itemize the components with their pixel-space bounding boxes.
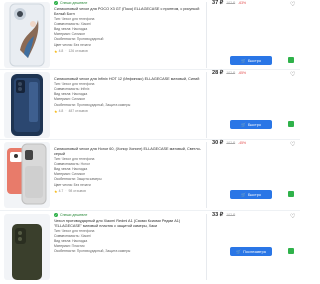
spec-row: Особенности: Противоударный, Защита каме… <box>54 249 131 254</box>
product-title[interactable]: Чехол противоударный для Xiaomi Redmi A1… <box>54 219 202 229</box>
rating-row[interactable]: ★ 4.7 · 98 отзывов <box>54 189 202 194</box>
quick-buy-icon[interactable] <box>288 121 294 127</box>
spec-row: Цвет чехла: Без печати <box>54 182 91 187</box>
discount-badge: ✓ Спеши дешевле <box>54 1 88 5</box>
check-icon: ✓ <box>54 213 58 217</box>
discount-percent: -65% <box>238 71 247 75</box>
quick-buy-icon[interactable] <box>288 191 294 197</box>
product-image[interactable] <box>4 72 50 138</box>
heart-icon[interactable]: ♡ <box>290 2 296 8</box>
product-list: ✓ Спеши дешевле Силиконовый чехол для PO… <box>0 0 300 284</box>
old-price: 102 ₽ <box>226 213 236 217</box>
rating-row[interactable]: ★ 4.8 · 126 отзывов <box>54 49 202 54</box>
star-icon: ★ <box>54 188 58 194</box>
price-row: 33 ₽ 102 ₽ <box>212 212 296 222</box>
heart-icon[interactable]: ♡ <box>290 142 296 148</box>
price-row: 28 ₽ 102 ₽ -65% <box>212 70 296 80</box>
old-price: 102 ₽ <box>226 141 236 145</box>
product-card[interactable]: ✓ Спеши дешевле Силиконовый чехол для PO… <box>0 0 300 70</box>
spec-row: Особенности: Противоударный, Защита каме… <box>54 102 131 107</box>
price: 30 ₽ <box>212 140 224 146</box>
price-row: 30 ₽ 102 ₽ -45% <box>212 140 296 150</box>
add-to-cart-button[interactable]: 🛒 Быстро <box>230 56 272 65</box>
product-title[interactable]: Силиконовый чехол для POCO X3 GT (Поко) … <box>54 7 202 17</box>
check-icon: ✓ <box>54 1 58 5</box>
old-price: 102 ₽ <box>226 71 236 75</box>
add-to-cart-button[interactable]: 🛒 Быстро <box>230 190 272 199</box>
product-image[interactable] <box>4 2 50 68</box>
product-title[interactable]: Силиконовый чехол для Honor 60, (Хонор Х… <box>54 147 202 157</box>
star-icon: ★ <box>54 108 58 114</box>
cart-icon: 🛒 <box>240 192 246 197</box>
heart-icon[interactable]: ♡ <box>290 214 296 220</box>
product-image[interactable] <box>4 142 50 208</box>
heart-icon[interactable]: ♡ <box>290 72 296 78</box>
spec-row: Цвет чехла: Без печати <box>54 42 91 47</box>
discount-badge: ✓ Спеши дешевле <box>54 213 88 217</box>
product-card[interactable]: Силиконовый чехол для Infinix HOT 12 (Ин… <box>0 70 300 140</box>
price: 28 ₽ <box>212 70 224 76</box>
quick-buy-icon[interactable] <box>288 248 294 254</box>
reviews-count[interactable]: 98 отзывов <box>68 189 86 193</box>
add-to-cart-button[interactable]: 🛒 Быстро <box>230 120 272 129</box>
product-image[interactable] <box>4 214 50 280</box>
price-row: 37 ₽ 102 ₽ -63% <box>212 0 296 10</box>
reviews-count[interactable]: 126 отзывов <box>68 49 87 53</box>
price: 33 ₽ <box>212 212 224 218</box>
old-price: 102 ₽ <box>226 1 236 5</box>
cart-icon: 🛒 <box>240 122 246 127</box>
cart-icon: 🛒 <box>236 249 242 254</box>
cart-icon: 🛒 <box>240 58 246 63</box>
quick-buy-icon[interactable] <box>288 57 294 63</box>
discount-percent: -45% <box>238 141 247 145</box>
product-card[interactable]: ✓ Спеши дешевле Чехол противоударный для… <box>0 212 300 284</box>
reviews-count[interactable]: 487 отзывов <box>68 109 87 113</box>
discount-percent: -63% <box>238 1 247 5</box>
star-icon: ★ <box>54 48 58 54</box>
price: 37 ₽ <box>212 0 224 6</box>
add-to-cart-button[interactable]: 🛒 Послезавтра <box>230 247 272 256</box>
product-card[interactable]: Силиконовый чехол для Honor 60, (Хонор Х… <box>0 140 300 211</box>
rating-row[interactable]: ★ 4.8 · 487 отзывов <box>54 109 202 114</box>
